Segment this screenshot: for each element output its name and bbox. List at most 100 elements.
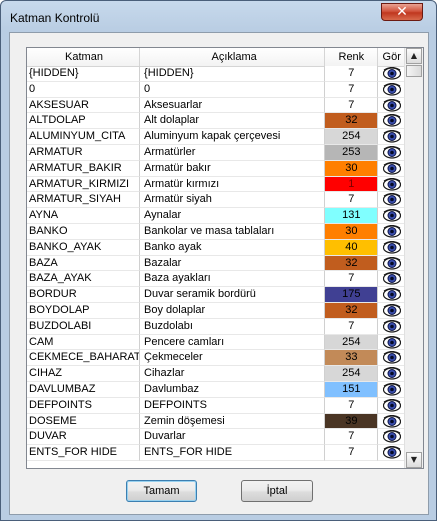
layer-color-cell[interactable]: 7 — [325, 271, 379, 288]
title-bar[interactable]: Katman Kontrolü ✕ — [1, 1, 436, 33]
layer-name-cell[interactable]: ALTDOLAP — [27, 113, 141, 130]
layer-description-cell[interactable]: Armatür siyah — [140, 192, 326, 209]
visibility-cell[interactable] — [378, 382, 405, 398]
eye-icon[interactable] — [382, 224, 401, 238]
layer-color-cell[interactable]: 1 — [325, 176, 379, 193]
layer-name-cell[interactable]: DOSEME — [27, 413, 141, 430]
visibility-cell[interactable] — [378, 98, 405, 114]
layer-color-cell[interactable]: 253 — [325, 144, 379, 161]
layer-description-cell[interactable]: Baza ayakları — [140, 271, 326, 288]
visibility-cell[interactable] — [378, 319, 405, 335]
eye-icon[interactable] — [382, 335, 401, 349]
layer-name-cell[interactable]: ARMATUR_KIRMIZI — [27, 176, 141, 193]
eye-icon[interactable] — [382, 382, 401, 396]
eye-icon[interactable] — [382, 446, 401, 459]
layer-name-cell[interactable]: ARMATUR_SIYAH — [27, 192, 141, 209]
layer-description-cell[interactable]: Cihazlar — [140, 366, 326, 382]
layer-color-cell[interactable]: 32 — [325, 302, 379, 319]
layer-name-cell[interactable]: DUVAR — [27, 429, 141, 446]
eye-icon[interactable] — [382, 98, 401, 112]
layer-description-cell[interactable]: Çekmeceler — [140, 350, 326, 367]
visibility-cell[interactable] — [378, 192, 405, 209]
table-row[interactable]: BOYDOLAP Boy dolaplar 32 — [27, 302, 405, 319]
table-row[interactable]: BAZA_AYAK Baza ayakları 7 — [27, 271, 405, 288]
layer-description-cell[interactable]: Bankolar ve masa tablaları — [140, 223, 326, 240]
visibility-cell[interactable] — [378, 129, 405, 145]
column-header-description[interactable]: Açıklama — [140, 48, 326, 66]
layer-description-cell[interactable]: {HIDDEN} — [140, 66, 326, 82]
scroll-down-button[interactable]: ▼ — [406, 452, 422, 468]
table-row[interactable]: DUVAR Duvarlar 7 — [27, 429, 405, 446]
layer-description-cell[interactable]: Armatür bakır — [140, 160, 326, 177]
layer-name-cell[interactable]: AKSESUAR — [27, 97, 141, 114]
eye-icon[interactable] — [382, 193, 401, 206]
visibility-cell[interactable] — [378, 366, 405, 382]
visibility-cell[interactable] — [378, 256, 405, 272]
layer-color-cell[interactable]: 7 — [325, 429, 379, 446]
layer-name-cell[interactable]: BAZA_AYAK — [27, 271, 141, 288]
table-row[interactable]: AKSESUAR Aksesuarlar 7 — [27, 97, 405, 114]
table-row[interactable]: ALTDOLAP Alt dolaplar 32 — [27, 113, 405, 130]
layer-color-cell[interactable]: 151 — [325, 381, 379, 398]
vertical-scrollbar[interactable]: ▲ ▼ — [404, 48, 423, 468]
layer-description-cell[interactable]: Banko ayak — [140, 239, 326, 256]
table-row[interactable]: BANKO_AYAK Banko ayak 40 — [27, 239, 405, 256]
table-row[interactable]: BAZA Bazalar 32 — [27, 255, 405, 272]
layer-color-cell[interactable]: 33 — [325, 350, 379, 367]
table-row[interactable]: DOSEME Zemin döşemesi 39 — [27, 413, 405, 430]
visibility-cell[interactable] — [378, 287, 405, 303]
layer-name-cell[interactable]: ARMATUR — [27, 144, 141, 161]
layer-color-cell[interactable]: 30 — [325, 223, 379, 240]
layer-color-cell[interactable]: 40 — [325, 239, 379, 256]
layer-description-cell[interactable]: Aluminyum kapak çerçevesi — [140, 129, 326, 145]
layer-description-cell[interactable]: Duvarlar — [140, 429, 326, 446]
table-row[interactable]: ARMATUR_KIRMIZI Armatür kırmızı 1 — [27, 176, 405, 193]
close-button[interactable]: ✕ — [381, 3, 423, 21]
layer-description-cell[interactable]: Duvar seramik bordürü — [140, 287, 326, 303]
layer-color-cell[interactable]: 32 — [325, 255, 379, 272]
layer-color-cell[interactable]: 254 — [325, 334, 379, 351]
visibility-cell[interactable] — [378, 113, 405, 130]
layer-name-cell[interactable]: BORDUR — [27, 287, 141, 303]
layer-description-cell[interactable]: Buzdolabı — [140, 318, 326, 335]
eye-icon[interactable] — [382, 256, 401, 270]
table-row[interactable]: CIHAZ Cihazlar 254 — [27, 366, 405, 382]
eye-icon[interactable] — [382, 288, 401, 301]
layer-description-cell[interactable]: Armatürler — [140, 144, 326, 161]
table-row[interactable]: BANKO Bankolar ve masa tablaları 30 — [27, 223, 405, 240]
eye-icon[interactable] — [382, 114, 401, 127]
visibility-cell[interactable] — [378, 240, 405, 256]
layer-color-cell[interactable]: 7 — [325, 192, 379, 209]
eye-icon[interactable] — [382, 145, 401, 159]
visibility-cell[interactable] — [378, 350, 405, 367]
visibility-cell[interactable] — [378, 398, 405, 414]
visibility-cell[interactable] — [378, 177, 405, 193]
eye-icon[interactable] — [382, 367, 401, 380]
table-row[interactable]: ARMATUR Armatürler 253 — [27, 144, 405, 161]
table-row[interactable]: {HIDDEN} {HIDDEN} 7 — [27, 66, 405, 82]
layer-color-cell[interactable]: 7 — [325, 81, 379, 98]
layer-color-cell[interactable]: 7 — [325, 397, 379, 414]
layer-color-cell[interactable]: 254 — [325, 129, 379, 145]
eye-icon[interactable] — [382, 351, 401, 364]
table-row[interactable]: ENTS_FOR HIDE ENTS_FOR HIDE 7 — [27, 445, 405, 461]
column-header-visible[interactable]: Gör — [378, 48, 405, 66]
layer-color-cell[interactable]: 7 — [325, 445, 379, 461]
eye-icon[interactable] — [382, 272, 401, 285]
layer-color-cell[interactable]: 131 — [325, 208, 379, 224]
table-row[interactable]: BORDUR Duvar seramik bordürü 175 — [27, 287, 405, 303]
table-row[interactable]: CEKMECE_BAHARATL Çekmeceler 33 — [27, 350, 405, 367]
layer-name-cell[interactable]: ARMATUR_BAKIR — [27, 160, 141, 177]
visibility-cell[interactable] — [378, 82, 405, 98]
layer-description-cell[interactable]: Davlumbaz — [140, 381, 326, 398]
layer-name-cell[interactable]: BAZA — [27, 255, 141, 272]
visibility-cell[interactable] — [378, 271, 405, 288]
visibility-cell[interactable] — [378, 445, 405, 461]
eye-icon[interactable] — [382, 66, 401, 80]
layer-description-cell[interactable]: Zemin döşemesi — [140, 413, 326, 430]
layer-name-cell[interactable]: CAM — [27, 334, 141, 351]
visibility-cell[interactable] — [378, 161, 405, 177]
eye-icon[interactable] — [382, 319, 401, 333]
layer-name-cell[interactable]: DEFPOINTS — [27, 397, 141, 414]
layer-name-cell[interactable]: {HIDDEN} — [27, 66, 141, 82]
